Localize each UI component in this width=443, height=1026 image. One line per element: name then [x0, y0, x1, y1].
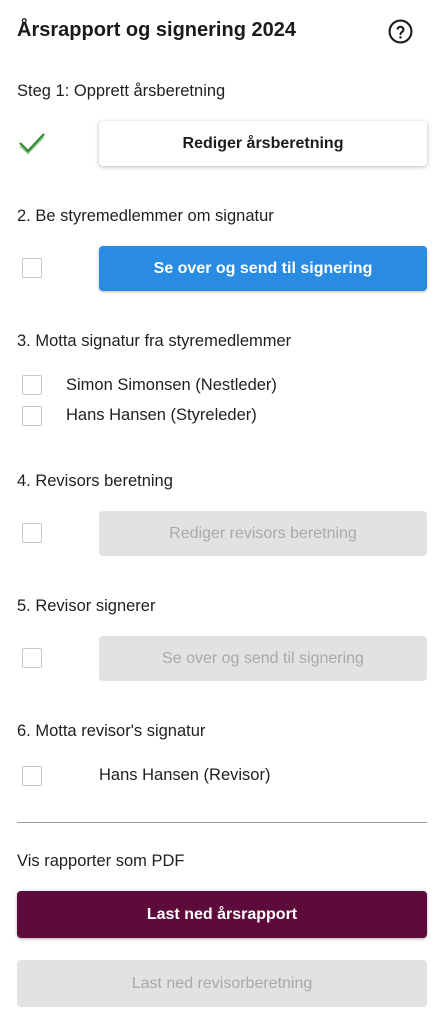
signer-name-revisor: Hans Hansen (Revisor) — [99, 766, 271, 784]
signer-checkbox-styreleder[interactable] — [22, 406, 42, 426]
step-5-label: 5. Revisor signerer — [17, 597, 156, 615]
step-2-checkbox[interactable] — [22, 258, 42, 278]
download-auditor-report-button[interactable]: Last ned revisorberetning — [17, 960, 427, 1007]
checkmark-icon — [19, 133, 45, 155]
step-5-checkbox[interactable] — [22, 648, 42, 668]
signer-name-nestleder: Simon Simonsen (Nestleder) — [66, 376, 277, 394]
question-circle-icon[interactable] — [388, 19, 413, 44]
download-annual-report-button[interactable]: Last ned årsrapport — [17, 891, 427, 938]
signer-checkbox-revisor[interactable] — [22, 766, 42, 786]
edit-annual-report-button[interactable]: Rediger årsberetning — [99, 121, 427, 166]
section-divider — [17, 822, 427, 823]
step-4-label: 4. Revisors beretning — [17, 472, 173, 490]
step-3-label: 3. Motta signatur fra styremedlemmer — [17, 332, 292, 350]
edit-auditor-report-button[interactable]: Rediger revisors beretning — [99, 511, 427, 556]
signer-name-styreleder: Hans Hansen (Styreleder) — [66, 406, 257, 424]
header: Årsrapport og signering 2024 — [17, 16, 426, 48]
step-4-checkbox[interactable] — [22, 523, 42, 543]
auditor-review-send-button[interactable]: Se over og send til signering — [99, 636, 427, 681]
step-1-label: Steg 1: Opprett årsberetning — [17, 82, 226, 100]
step-2-label: 2. Be styremedlemmer om signatur — [17, 207, 274, 225]
review-send-signing-button[interactable]: Se over og send til signering — [99, 246, 427, 291]
signer-checkbox-nestleder[interactable] — [22, 375, 42, 395]
pdf-section-label: Vis rapporter som PDF — [17, 852, 185, 870]
page-title: Årsrapport og signering 2024 — [17, 19, 296, 41]
step-6-label: 6. Motta revisor's signatur — [17, 722, 206, 740]
